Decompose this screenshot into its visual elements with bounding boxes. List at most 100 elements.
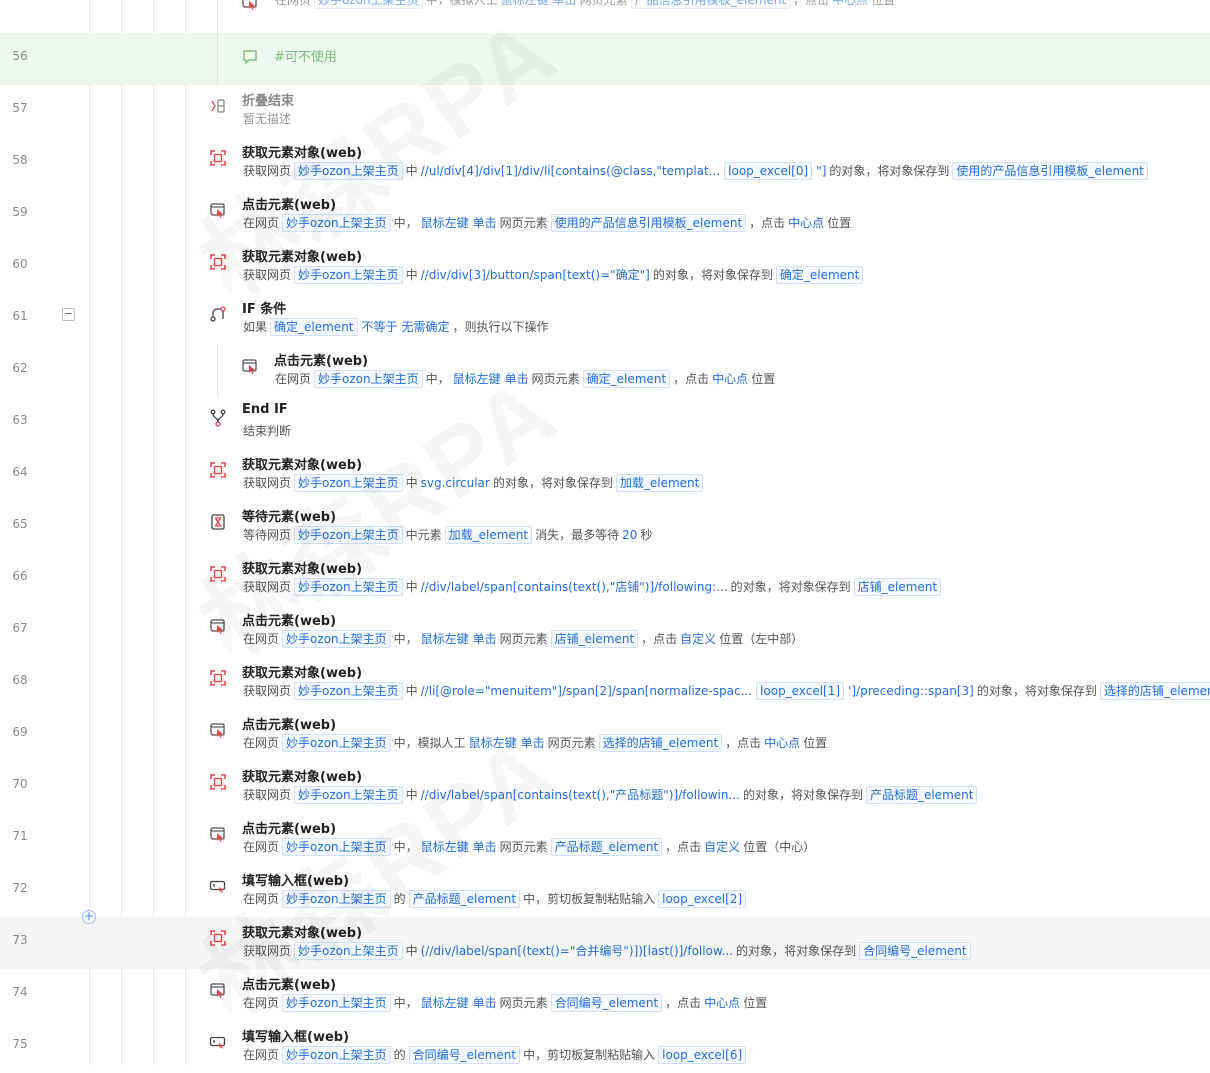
param-value[interactable]: 单击	[521, 736, 545, 750]
param-value[interactable]: 20	[622, 528, 637, 542]
param-value[interactable]: 鼠标左键	[421, 996, 469, 1010]
variable-tag[interactable]: 妙手ozon上架主页	[294, 942, 403, 960]
comment-text[interactable]: #可不使用	[274, 48, 337, 67]
variable-tag[interactable]: 妙手ozon上架主页	[282, 994, 391, 1012]
collapse-button[interactable]: −	[62, 308, 75, 321]
desc-text: 位置	[871, 0, 896, 7]
variable-tag[interactable]: 妙手ozon上架主页	[282, 630, 391, 648]
step-row[interactable]: 68 获取元素对象(web) 获取网页 妙手ozon上架主页中//li[@role="…	[0, 657, 1210, 709]
variable-tag[interactable]: loop_excel[1]	[756, 682, 845, 700]
variable-tag[interactable]: 合同编号_element	[550, 994, 663, 1012]
step-row[interactable]: 70 获取元素对象(web) 获取网页 妙手ozon上架主页中//div/label/…	[0, 761, 1210, 813]
variable-tag[interactable]: 合同编号_element	[408, 1046, 521, 1064]
param-value[interactable]: 鼠标左键	[421, 632, 469, 646]
desc-text: 在网页	[275, 372, 312, 386]
variable-tag[interactable]: 店铺_element	[550, 630, 639, 648]
variable-tag[interactable]: 妙手ozon上架主页	[294, 474, 403, 492]
param-value[interactable]: svg.circular	[421, 476, 490, 490]
step-row[interactable]: 62 点击元素(web) 在网页 妙手ozon上架主页 中， 鼠标左键 单击 网页元素 确定_e…	[0, 345, 1210, 397]
variable-tag[interactable]: loop_excel[6]	[658, 1046, 747, 1064]
variable-tag[interactable]: 妙手ozon上架主页	[282, 734, 391, 752]
variable-tag[interactable]: 选择的店铺_element	[598, 734, 723, 752]
variable-tag[interactable]: 确定_element	[775, 266, 864, 284]
variable-tag[interactable]: 确定_element	[582, 370, 671, 388]
variable-tag[interactable]: 使用的产品信息引用模板_element	[550, 214, 747, 232]
step-row[interactable]: 64 获取元素对象(web) 获取网页 妙手ozon上架主页中 svg.circular…	[0, 449, 1210, 501]
variable-tag[interactable]: 妙手ozon上架主页	[314, 0, 423, 9]
variable-tag[interactable]: 妙手ozon上架主页	[294, 266, 403, 284]
add-step-button[interactable]: +	[82, 910, 96, 924]
variable-tag[interactable]: 妙手ozon上架主页	[282, 838, 391, 856]
param-value[interactable]: 单击	[473, 996, 497, 1010]
variable-tag[interactable]: 产品标题_element	[408, 890, 521, 908]
step-row[interactable]: 66 获取元素对象(web) 获取网页 妙手ozon上架主页中//div/label/…	[0, 553, 1210, 605]
param-value[interactable]: 单击	[505, 372, 529, 386]
param-value[interactable]: 单击	[473, 632, 497, 646]
variable-tag[interactable]: loop_excel[0]	[724, 162, 813, 180]
variable-tag[interactable]: 产品标题_element	[865, 786, 978, 804]
comment-row[interactable]: 56 #可不使用	[0, 33, 1210, 85]
param-value[interactable]: //div/label/span[contains(text(),"店铺")]/…	[421, 580, 728, 594]
variable-tag[interactable]: 妙手ozon上架主页	[294, 526, 403, 544]
variable-tag[interactable]: 妙手ozon上架主页	[294, 162, 403, 180]
variable-tag[interactable]: 妙手ozon上架主页	[294, 786, 403, 804]
param-value[interactable]: 单击	[473, 216, 497, 230]
param-value[interactable]: 鼠标左键	[421, 216, 469, 230]
step-row[interactable]: 67 点击元素(web) 在网页 妙手ozon上架主页 中， 鼠标左键 单击 网页元素 店铺_e…	[0, 605, 1210, 657]
step-row[interactable]: 61 − IF 条件 如果 确定_element 不等于 无需确定 ，则执行以下操作	[0, 293, 1210, 345]
variable-tag[interactable]: loop_excel[2]	[658, 890, 747, 908]
variable-tag[interactable]: 妙手ozon上架主页	[282, 214, 391, 232]
step-row[interactable]: 58 获取元素对象(web) 获取网页 妙手ozon上架主页中//ul/div[4]/…	[0, 137, 1210, 189]
variable-tag[interactable]: 使用的产品信息引用模板_element	[952, 162, 1148, 180]
step-row[interactable]: 69 点击元素(web) 在网页 妙手ozon上架主页 中，模拟人工 鼠标左键 单击 网页元素…	[0, 709, 1210, 761]
param-value[interactable]: "]	[816, 164, 826, 178]
step-row[interactable]: 在网页 妙手ozon上架主页 中，模拟人工 鼠标左键 单击 网页元素 产品信息引用模板_el…	[0, 0, 1210, 33]
variable-tag[interactable]: 妙手ozon上架主页	[282, 890, 391, 908]
variable-tag[interactable]: 妙手ozon上架主页	[294, 578, 403, 596]
param-value[interactable]: 中心点	[832, 0, 868, 7]
variable-tag[interactable]: 加载_element	[615, 474, 704, 492]
step-row[interactable]: 75 填写输入框(web) 在网页 妙手ozon上架主页的合同编号_element 中，…	[0, 1021, 1210, 1073]
param-value[interactable]: 中心点	[704, 996, 740, 1010]
param-value[interactable]: 中心点	[788, 216, 824, 230]
variable-tag[interactable]: 加载_element	[444, 526, 533, 544]
param-value[interactable]: //li[@role="menuitem"]/span[2]/span[norm…	[421, 684, 752, 698]
param-value[interactable]: 中心点	[764, 736, 800, 750]
param-value[interactable]: 鼠标左键	[453, 372, 501, 386]
step-row[interactable]: 74 点击元素(web) 在网页 妙手ozon上架主页 中， 鼠标左键 单击 网页元素 合同编号…	[0, 969, 1210, 1021]
param-value[interactable]: //ul/div[4]/div[1]/div/li[contains(@clas…	[421, 164, 721, 178]
variable-tag[interactable]: 产品标题_element	[550, 838, 663, 856]
step-row[interactable]: 65 等待元素(web) 等待网页 妙手ozon上架主页 中元素 加载_element 消失…	[0, 501, 1210, 553]
variable-tag[interactable]: 合同编号_element	[859, 942, 971, 960]
param-value[interactable]: 单击	[473, 840, 497, 854]
step-row[interactable]: 60 获取元素对象(web) 获取网页 妙手ozon上架主页中//div/div[3]…	[0, 241, 1210, 293]
variable-tag[interactable]: 确定_element	[270, 318, 358, 336]
param-value[interactable]: 鼠标左键	[501, 0, 549, 7]
step-row[interactable]: 73 + 获取元素对象(web) 获取网页 妙手ozon上架主页中 (//div/labe…	[0, 910, 1210, 969]
variable-tag[interactable]: 妙手ozon上架主页	[314, 370, 423, 388]
variable-tag[interactable]: 产品信息引用模板_element	[630, 0, 791, 9]
desc-text: 中	[405, 684, 418, 698]
step-row[interactable]: 72 填写输入框(web) 在网页 妙手ozon上架主页的产品标题_element 中，…	[0, 865, 1210, 917]
param-value[interactable]: 自定义	[704, 840, 740, 854]
step-description: 在网页 妙手ozon上架主页的产品标题_element 中，剪切板复制粘贴输入 loo…	[242, 890, 748, 908]
param-value[interactable]: 无需确定	[402, 320, 450, 334]
step-row[interactable]: 63 End IF 结束判断	[0, 397, 1210, 449]
variable-tag[interactable]: 选择的店铺_element	[1099, 682, 1210, 700]
step-row[interactable]: 59 点击元素(web) 在网页 妙手ozon上架主页 中， 鼠标左键 单击 网页元素 使用的产…	[0, 189, 1210, 241]
step-row[interactable]: 57 折叠结束 暂无描述	[0, 85, 1210, 137]
param-value[interactable]: 不等于	[362, 320, 398, 334]
param-value[interactable]: 鼠标左键	[469, 736, 517, 750]
variable-tag[interactable]: 店铺_element	[853, 578, 942, 596]
param-value[interactable]: 鼠标左键	[421, 840, 469, 854]
step-row[interactable]: 71 点击元素(web) 在网页 妙手ozon上架主页 中， 鼠标左键 单击 网页元素 产品标题…	[0, 813, 1210, 865]
param-value[interactable]: //div/div[3]/button/span[text()="确定"]	[421, 268, 650, 282]
param-value[interactable]: 单击	[553, 0, 577, 7]
param-value[interactable]: 中心点	[712, 372, 748, 386]
param-value[interactable]: ']/preceding::span[3]	[848, 684, 974, 698]
variable-tag[interactable]: 妙手ozon上架主页	[282, 1046, 391, 1064]
variable-tag[interactable]: 妙手ozon上架主页	[294, 682, 403, 700]
param-value[interactable]: (//div/label/span[(text()="合并编号")])[last…	[421, 944, 733, 958]
param-value[interactable]: //div/label/span[contains(text(),"产品标题")…	[421, 788, 740, 802]
param-value[interactable]: 自定义	[680, 632, 716, 646]
